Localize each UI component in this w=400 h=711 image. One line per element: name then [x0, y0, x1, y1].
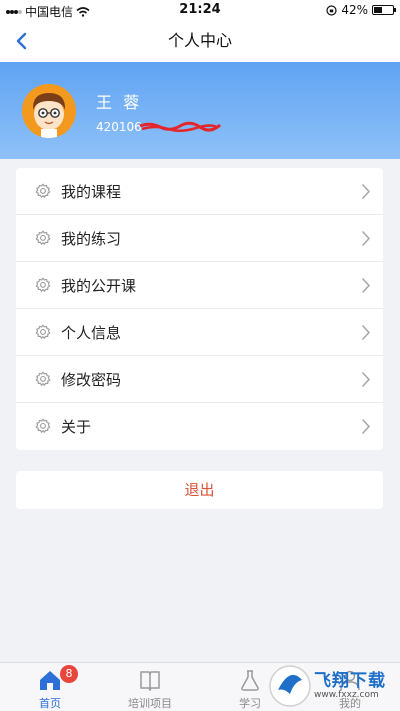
menu-item[interactable]: 个人信息	[16, 309, 383, 356]
avatar-illustration	[22, 84, 76, 138]
chevron-right-icon	[362, 372, 370, 387]
flask-icon	[241, 670, 259, 691]
menu-item[interactable]: 关于	[16, 403, 383, 450]
tab-home[interactable]: 8 首页	[0, 663, 100, 711]
page-title: 个人中心	[167, 31, 232, 50]
menu-item-label: 我的练习	[61, 229, 122, 248]
battery-percent: 42%	[341, 3, 368, 17]
chevron-right-icon	[362, 184, 370, 199]
menu-item[interactable]: 我的公开课	[16, 262, 383, 309]
profile-header: 王 蓉 420106	[0, 62, 400, 159]
watermark-url: www.fxxz.com	[314, 690, 379, 700]
tab-label: 首页	[39, 697, 61, 710]
watermark-text: 飞翔下载	[314, 671, 386, 691]
battery-icon	[372, 5, 396, 15]
chevron-right-icon	[362, 325, 370, 340]
gear-icon	[35, 230, 51, 245]
menu-item[interactable]: 我的练习	[16, 215, 383, 262]
tab-training[interactable]: 培训项目	[100, 663, 200, 711]
user-id: 420106	[96, 120, 142, 134]
menu-item-label: 我的课程	[61, 182, 122, 201]
chevron-right-icon	[362, 278, 370, 293]
status-bar: 中国电信 21:24 42%	[0, 0, 400, 20]
home-icon	[40, 671, 60, 690]
watermark: 飞翔下载 www.fxxz.com	[268, 660, 396, 708]
notification-badge: 8	[60, 665, 78, 683]
menu-item-label: 关于	[61, 418, 92, 436]
redaction-scribble	[139, 121, 222, 132]
gear-icon	[35, 371, 51, 386]
gear-icon	[35, 418, 51, 433]
gear-icon	[35, 277, 51, 292]
chevron-right-icon	[362, 231, 370, 246]
nav-bar: 个人中心	[0, 20, 400, 62]
back-icon[interactable]	[8, 26, 38, 56]
logout-button[interactable]: 退出	[16, 471, 383, 509]
menu-item-label: 修改密码	[61, 370, 122, 389]
chevron-right-icon	[362, 419, 370, 434]
tab-label: 培训项目	[128, 697, 172, 710]
status-right: 42%	[326, 3, 396, 17]
avatar[interactable]	[22, 84, 76, 138]
menu-list: 我的课程我的练习我的公开课个人信息修改密码关于	[16, 168, 383, 450]
menu-item-label: 我的公开课	[61, 276, 137, 295]
book-icon	[140, 671, 160, 691]
menu-item[interactable]: 修改密码	[16, 356, 383, 403]
menu-item-label: 个人信息	[61, 323, 122, 342]
user-name: 王 蓉	[96, 93, 143, 112]
rotation-lock-icon	[326, 4, 337, 16]
gear-icon	[35, 183, 51, 198]
gear-icon	[35, 324, 51, 339]
menu-item[interactable]: 我的课程	[16, 168, 383, 215]
